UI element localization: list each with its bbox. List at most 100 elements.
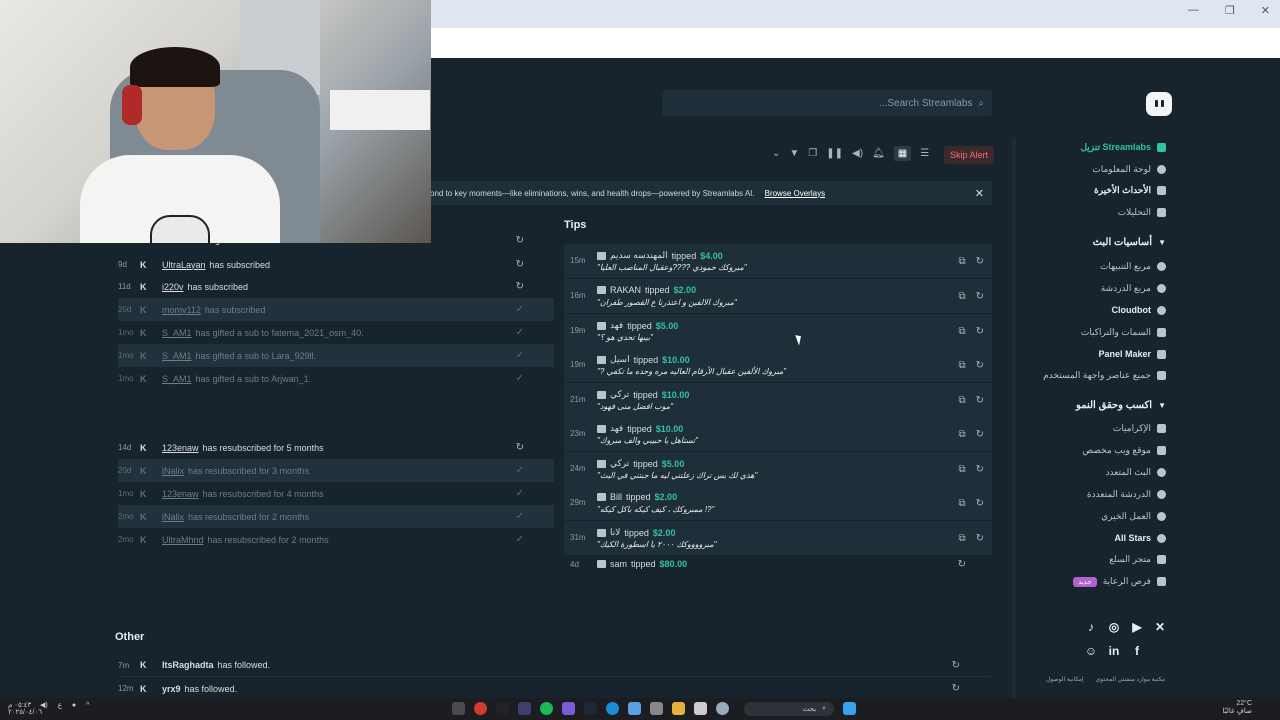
sidebar-item-tips[interactable]: الإكراميات [1113,423,1166,434]
linkedin-icon[interactable]: in [1107,644,1121,658]
restore-icon[interactable]: ❐ [1225,4,1235,17]
copy-icon[interactable]: ⧉ [958,533,965,544]
x-icon[interactable]: ✕ [1153,620,1167,634]
sidebar-item-alertbox[interactable]: مربع التنبيهات [1100,261,1166,272]
sidebar-item-chatbox[interactable]: مربع الدردشة [1101,283,1166,294]
replay-icon[interactable]: ↻ [516,235,524,246]
copy-icon[interactable]: ⧉ [958,395,965,406]
copy-icon[interactable]: ⧉ [958,429,965,440]
replay-icon[interactable]: ↻ [516,259,524,270]
app-icon[interactable] [562,702,575,715]
section-earn-grow[interactable]: اكسب وحقق النمو ▼ [1076,400,1166,411]
weather-widget[interactable]: 22°C صافٍ غالبًا [1223,700,1252,716]
chevron-up-icon[interactable]: ^ [86,702,89,709]
app-icon[interactable] [518,702,531,715]
app-icon[interactable] [716,702,729,715]
copy-icon[interactable]: ⧉ [958,256,965,267]
tiktok-icon[interactable]: ♪ [1084,620,1098,634]
user-link[interactable]: momy112 [162,305,201,315]
edge-icon[interactable] [606,702,619,715]
start-icon[interactable] [843,702,856,715]
app-icon[interactable] [694,702,707,715]
browse-overlays-link[interactable]: Browse Overlays [765,189,825,198]
sidebar-item-custom-site[interactable]: موقع ويب مخصص [1082,445,1166,456]
folder-icon[interactable] [672,702,685,715]
app-icon[interactable] [628,702,641,715]
sidebar-item-cloudbot[interactable]: Cloudbot [1112,305,1166,315]
sidebar-item-themes[interactable]: السمات والتراكبات [1081,327,1166,338]
sidebar-item-all-stars[interactable]: All Stars [1114,533,1166,543]
sidebar-item-download[interactable]: تنزيل Streamlabs [1080,142,1166,153]
facebook-icon[interactable]: f [1130,644,1144,658]
chevron-down-icon[interactable]: ⌄ [772,148,780,159]
section-stream-essentials[interactable]: أساسيات البث ▼ [1093,237,1166,248]
sidebar-item-charity[interactable]: العمل الخيري [1101,511,1166,522]
user-link[interactable]: UltraMhnd [162,535,204,545]
shield-icon[interactable]: ● [72,702,76,709]
sidebar-item-sponsorships[interactable]: جديد فرص الرعاية [1073,576,1166,587]
replay-icon[interactable]: ↻ [976,395,984,406]
user-link[interactable]: i220v [162,282,184,292]
user-link[interactable]: yrx9 [162,684,181,694]
user-link[interactable]: 123enaw [162,489,199,499]
list-view-icon[interactable]: ☰ [920,148,929,159]
replay-icon[interactable]: ↻ [958,559,966,570]
discord-icon[interactable]: ☺ [1084,644,1098,658]
sidebar-item-dashboard[interactable]: لوحة المعلومات [1092,164,1166,175]
replay-icon[interactable]: ↻ [976,326,984,337]
speaker-icon[interactable]: ◀) [40,701,48,709]
scrollbar[interactable] [1012,138,1016,698]
sidebar-item-multistream[interactable]: البث المتعدد [1105,467,1166,478]
chrome-icon[interactable] [474,702,487,715]
app-icon[interactable] [452,702,465,715]
copy-icon[interactable]: ⧉ [958,498,965,509]
user-link[interactable]: UltraLayan [162,260,206,270]
streamlabs-logo[interactable] [1146,92,1172,116]
user-link[interactable]: S_AM1 [162,328,192,338]
accessibility-link[interactable]: إمكانية الوصول [1046,676,1084,683]
sidebar-item-panel-maker[interactable]: Panel Maker [1098,349,1166,359]
replay-icon[interactable]: ↻ [976,429,984,440]
user-link[interactable]: ItsRaghadta [162,660,214,670]
creator-resources-link[interactable]: مكتبة موارد منشئي المحتوى [1096,676,1166,683]
copy-icon[interactable]: ⧉ [958,464,965,475]
user-link[interactable]: S_AM1 [162,374,192,384]
popout-icon[interactable]: ❐ [808,148,817,159]
replay-icon[interactable]: ↻ [976,464,984,475]
user-link[interactable]: S_AM1 [162,351,192,361]
replay-icon[interactable]: ↻ [952,660,960,671]
filter-icon[interactable]: ▼ [789,148,799,159]
close-icon[interactable]: ✕ [1261,4,1270,17]
sidebar-item-analytics[interactable]: التحليلات [1118,207,1166,218]
taskbar-search[interactable]: بحث ⌕ [744,702,834,716]
sidebar-item-recent-events[interactable]: الأحداث الأخيرة [1094,185,1166,196]
pause-icon[interactable]: ❚❚ [826,148,843,159]
sidebar-item-merch[interactable]: متجر السلع [1109,554,1166,565]
steam-icon[interactable] [584,702,597,715]
replay-icon[interactable]: ↻ [516,442,524,453]
replay-icon[interactable]: ↻ [976,360,984,371]
sidebar-item-all-widgets[interactable]: جميع عناصر واجهة المستخدم [1043,370,1166,381]
user-link[interactable]: lNalix [162,512,184,522]
instagram-icon[interactable]: ◎ [1107,620,1121,634]
replay-icon[interactable]: ↻ [976,291,984,302]
replay-icon[interactable]: ↻ [976,256,984,267]
sidebar-item-multichat[interactable]: الدردشة المتعددة [1087,489,1166,500]
skip-alert-button[interactable]: Skip Alert [944,146,995,164]
app-icon[interactable] [496,702,509,715]
spotify-icon[interactable] [540,702,553,715]
lang-indicator[interactable]: ع [58,701,62,709]
store-icon[interactable] [650,702,663,715]
copy-icon[interactable]: ⧉ [958,326,965,337]
replay-icon[interactable]: ↻ [976,533,984,544]
window-controls[interactable]: — ❐ ✕ [1188,4,1280,17]
volume-icon[interactable]: ◀) [852,148,863,159]
youtube-icon[interactable]: ▶ [1130,620,1144,634]
copy-icon[interactable]: ⧉ [958,291,965,302]
user-link[interactable]: lNalix [162,466,184,476]
copy-icon[interactable]: ⧉ [958,360,965,371]
minimize-icon[interactable]: — [1188,4,1199,17]
close-icon[interactable]: ✕ [975,187,984,200]
bell-icon[interactable]: 🔔︎ [872,148,885,159]
grid-view-icon[interactable]: ▦ [893,146,912,161]
